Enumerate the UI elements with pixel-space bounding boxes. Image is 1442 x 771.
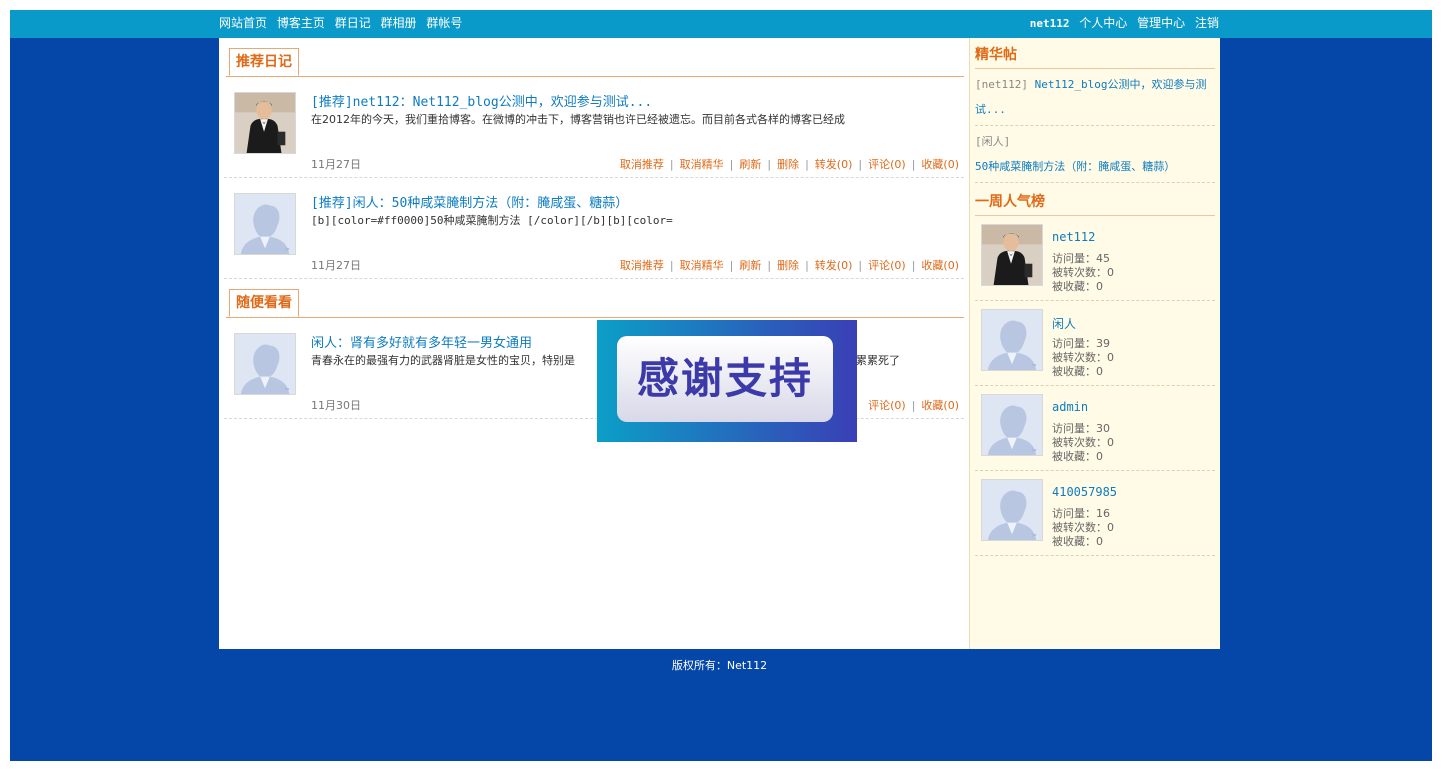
ranking-favorited: 被收藏：0 xyxy=(1052,450,1103,463)
delete-link[interactable]: 删除 xyxy=(777,259,799,272)
random-section-title: 随便看看 xyxy=(229,289,299,317)
ranking-title: 一周人气榜 xyxy=(975,189,1215,216)
post-item: [推荐]net112：Net112_blog公测中，欢迎参与测试... 在201… xyxy=(224,77,964,178)
post-excerpt: [b][color=#ff0000]50种咸菜腌制方法 [/color][/b]… xyxy=(311,214,673,227)
post-actions: 取消推荐 | 取消精华 | 刷新 | 删除 | 转发(0) | 评论(0) | 收藏(0) xyxy=(619,158,959,171)
cancel-featured-link[interactable]: 取消精华 xyxy=(680,158,724,171)
post-date: 11月27日 xyxy=(311,158,361,171)
ranking-item: 410057985 访问量：16 被转次数：0 被收藏：0 xyxy=(975,471,1215,556)
featured-title: 精华帖 xyxy=(975,42,1215,69)
featured-author-tag: [闲人] xyxy=(975,135,1011,148)
cancel-recommend-link[interactable]: 取消推荐 xyxy=(620,259,664,272)
ranking-username[interactable]: 闲人 xyxy=(1052,315,1076,332)
thanks-banner-image: 感谢支持 xyxy=(597,320,857,442)
post-excerpt-tail: 累累死了 xyxy=(856,354,900,367)
forward-link[interactable]: 转发(0) xyxy=(815,158,853,171)
ranking-favorited: 被收藏：0 xyxy=(1052,365,1103,378)
refresh-link[interactable]: 刷新 xyxy=(739,259,761,272)
banner-text: 感谢支持 xyxy=(636,354,813,403)
cancel-featured-link[interactable]: 取消精华 xyxy=(680,259,724,272)
favorite-link[interactable]: 收藏(0) xyxy=(921,259,959,272)
nav-site-home[interactable]: 网站首页 xyxy=(219,16,267,30)
comment-link[interactable]: 评论(0) xyxy=(868,259,906,272)
personal-center-link[interactable]: 个人中心 xyxy=(1079,16,1127,30)
nav-group-account[interactable]: 群帐号 xyxy=(426,16,462,30)
top-navigation: 网站首页 博客主页 群日记 群相册 群帐号 xyxy=(219,14,468,31)
ranking-username[interactable]: net112 xyxy=(1052,230,1095,244)
ranking-favorited: 被收藏：0 xyxy=(1052,280,1103,293)
post-actions: 取消推荐 | 取消精华 | 刷新 | 删除 | 转发(0) | 评论(0) | 收藏(0) xyxy=(619,259,959,272)
logout-link[interactable]: 注销 xyxy=(1195,16,1219,30)
admin-center-link[interactable]: 管理中心 xyxy=(1137,16,1185,30)
ranking-username[interactable]: 410057985 xyxy=(1052,485,1117,499)
recommended-section-title: 推荐日记 xyxy=(229,48,299,76)
banner-plate: 感谢支持 xyxy=(617,336,833,422)
post-excerpt: 在2012年的今天，我们重拾博客。在微博的冲击下，博客营销也许已经被遗忘。而目前… xyxy=(311,113,845,126)
user-bar: net112 个人中心 管理中心 注销 xyxy=(1024,14,1219,31)
post-title-link[interactable]: 闲人：肾有多好就有多年轻一男女通用 xyxy=(311,332,532,351)
refresh-link[interactable]: 刷新 xyxy=(739,158,761,171)
ranking-item: net112 访问量：45 被转次数：0 被收藏：0 xyxy=(975,216,1215,301)
post-actions: 评论(0) | 收藏(0) xyxy=(868,399,959,412)
comment-link[interactable]: 评论(0) xyxy=(868,158,906,171)
author-avatar[interactable] xyxy=(234,92,296,154)
random-section-header: 随便看看 xyxy=(226,289,964,318)
author-avatar[interactable] xyxy=(234,333,296,395)
sidebar: 精华帖 [net112] Net112_blog公测中，欢迎参与测试... [闲… xyxy=(969,38,1220,649)
ranking-avatar[interactable] xyxy=(981,479,1043,541)
ranking-item: admin 访问量：30 被转次数：0 被收藏：0 xyxy=(975,386,1215,471)
post-date: 11月30日 xyxy=(311,399,361,412)
favorite-link[interactable]: 收藏(0) xyxy=(921,399,959,412)
nav-group-album[interactable]: 群相册 xyxy=(381,16,417,30)
footer-copyright: 版权所有：Net112 xyxy=(671,659,768,672)
post-title-link[interactable]: [推荐]闲人：50种咸菜腌制方法（附：腌咸蛋、糖蒜） xyxy=(311,192,628,211)
featured-item: [闲人] 50种咸菜腌制方法（附：腌咸蛋、糖蒜） xyxy=(975,126,1215,183)
recommended-section-header: 推荐日记 xyxy=(226,48,964,77)
delete-link[interactable]: 删除 xyxy=(777,158,799,171)
ranking-favorited: 被收藏：0 xyxy=(1052,535,1103,548)
comment-link[interactable]: 评论(0) xyxy=(868,399,906,412)
ranking-avatar[interactable] xyxy=(981,224,1043,286)
ranking-avatar[interactable] xyxy=(981,394,1043,456)
nav-blog-home[interactable]: 博客主页 xyxy=(277,16,325,30)
ranking-avatar[interactable] xyxy=(981,309,1043,371)
favorite-link[interactable]: 收藏(0) xyxy=(921,158,959,171)
featured-author-tag: [net112] xyxy=(975,78,1028,91)
forward-link[interactable]: 转发(0) xyxy=(815,259,853,272)
post-excerpt: 青春永在的最强有力的武器肾脏是女性的宝贝，特别是 xyxy=(311,354,575,367)
post-date: 11月27日 xyxy=(311,259,361,272)
featured-item: [net112] Net112_blog公测中，欢迎参与测试... xyxy=(975,69,1215,126)
post-title-link[interactable]: [推荐]net112：Net112_blog公测中，欢迎参与测试... xyxy=(311,91,652,110)
post-item: [推荐]闲人：50种咸菜腌制方法（附：腌咸蛋、糖蒜） [b][color=#ff… xyxy=(224,178,964,279)
author-avatar[interactable] xyxy=(234,193,296,255)
current-username[interactable]: net112 xyxy=(1030,17,1070,30)
nav-group-diary[interactable]: 群日记 xyxy=(335,16,371,30)
cancel-recommend-link[interactable]: 取消推荐 xyxy=(620,158,664,171)
ranking-username[interactable]: admin xyxy=(1052,400,1088,414)
ranking-item: 闲人 访问量：39 被转次数：0 被收藏：0 xyxy=(975,301,1215,386)
featured-post-link[interactable]: 50种咸菜腌制方法（附：腌咸蛋、糖蒜） xyxy=(975,160,1175,173)
